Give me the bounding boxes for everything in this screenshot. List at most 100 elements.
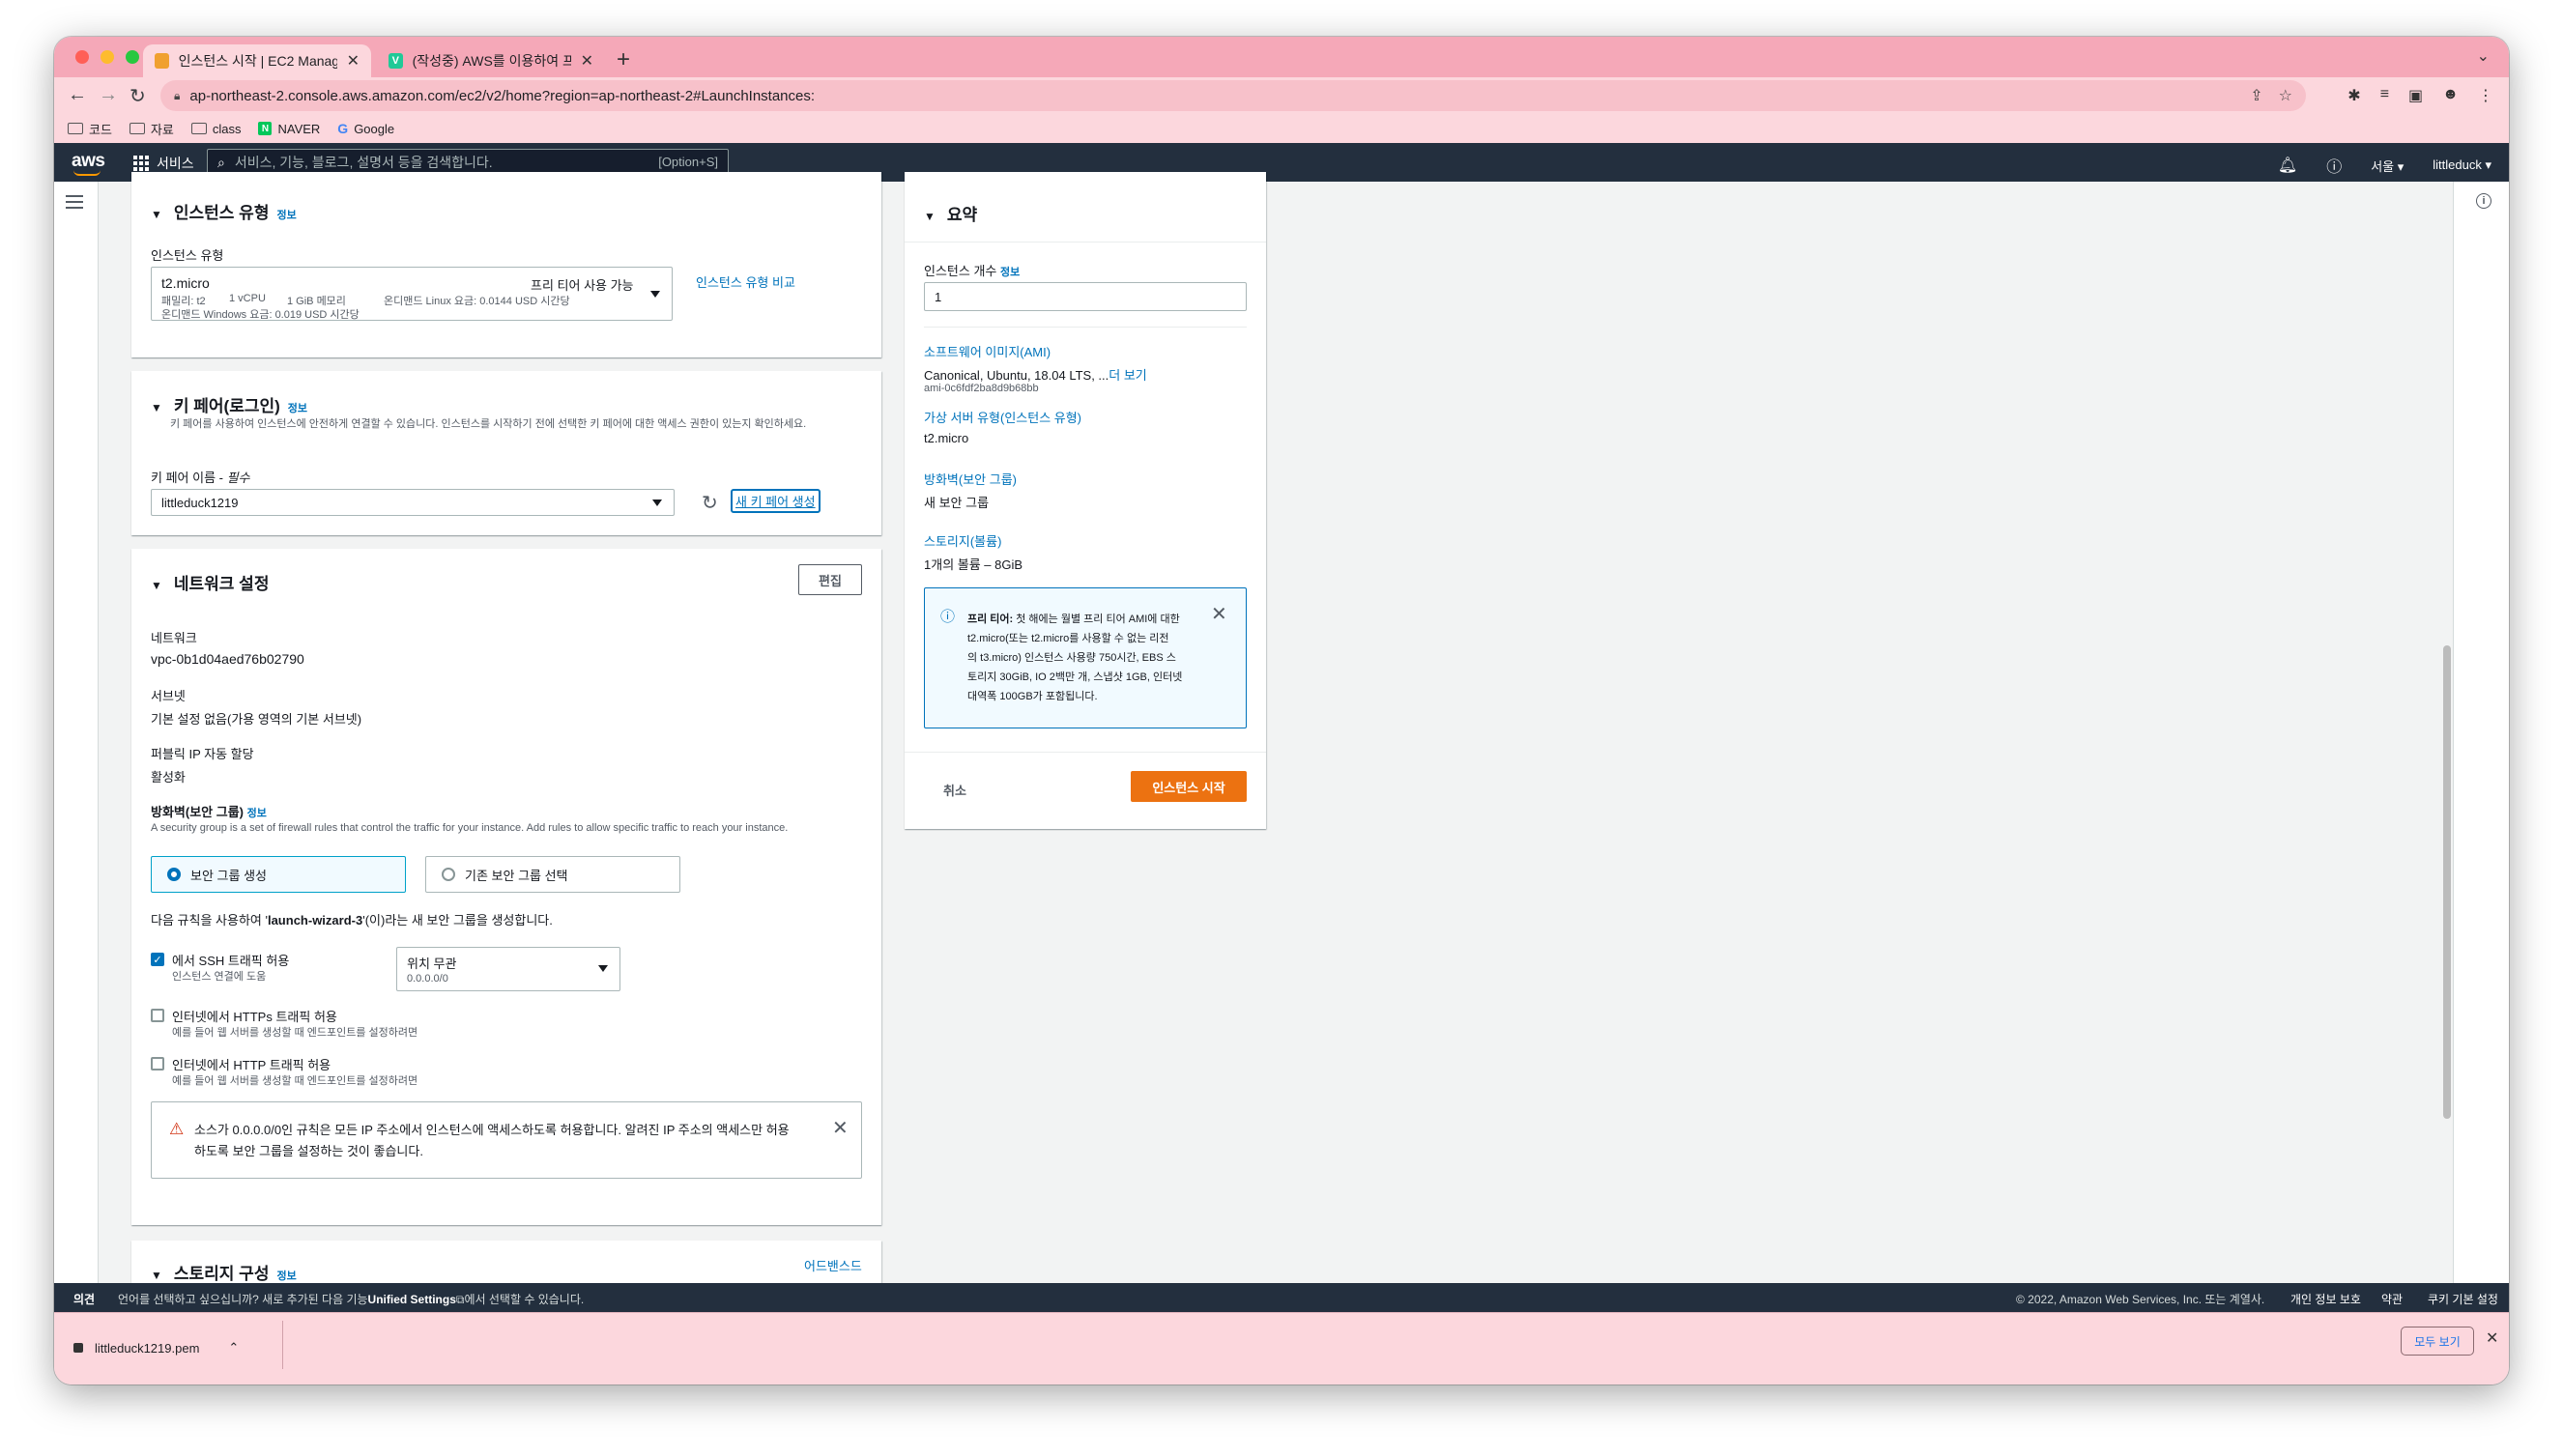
compare-instance-types-link[interactable]: 인스턴스 유형 비교 <box>696 272 795 291</box>
download-item[interactable]: littleduck1219.pem ⌃ <box>73 1328 286 1367</box>
cancel-button[interactable]: 취소 <box>943 781 966 799</box>
info-icon[interactable]: i <box>2476 193 2491 209</box>
refresh-icon[interactable]: ↻ <box>702 491 718 515</box>
network-heading[interactable]: ▼ 네트워크 설정 <box>151 570 269 594</box>
key-pair-select[interactable]: littleduck1219 <box>151 489 675 516</box>
cookie-preferences-link[interactable]: 쿠키 기본 설정 <box>2428 1291 2498 1307</box>
divider <box>282 1321 283 1369</box>
storage-summary: 1개의 볼륨 – 8GiB <box>924 557 1023 572</box>
extensions-icon[interactable]: ✱ <box>2347 86 2360 105</box>
ssh-source-select[interactable]: 위치 무관 0.0.0.0/0 <box>396 947 620 991</box>
feedback-link[interactable]: 의견 <box>73 1291 95 1307</box>
firewall-summary: 새 보안 그룹 <box>924 496 990 510</box>
folder-icon <box>190 123 207 134</box>
help-icon[interactable]: ⓘ <box>2326 154 2342 177</box>
info-link[interactable]: 정보 <box>288 400 307 415</box>
bookmark-naver[interactable]: N NAVER <box>258 122 320 136</box>
firewall-link[interactable]: 방화벽(보안 그룹) <box>924 470 1017 488</box>
scrollbar[interactable] <box>2443 645 2451 1119</box>
info-link[interactable]: 정보 <box>247 808 267 819</box>
close-window-button[interactable] <box>75 50 89 64</box>
https-label: 인터넷에서 HTTPs 트래픽 허용 <box>172 1010 337 1024</box>
existing-security-group-radio[interactable]: 기존 보안 그룹 선택 <box>425 856 680 893</box>
advanced-link[interactable]: 어드밴스드 <box>804 1256 862 1274</box>
lock-icon: 🔒︎ <box>174 88 181 102</box>
ec2-favicon-icon <box>155 53 169 69</box>
edit-button[interactable]: 편집 <box>798 564 862 595</box>
desktop: 인스턴스 시작 | EC2 Managemen ✕ V (작성중) AWS를 이… <box>0 0 2563 1456</box>
tab-velog[interactable]: V (작성중) AWS를 이용하여 프로젝트 ✕ <box>377 44 605 77</box>
minimize-window-button[interactable] <box>101 50 114 64</box>
info-icon: ⓘ <box>940 609 956 625</box>
key-pair-heading[interactable]: ▼ 키 페어(로그인) 정보 <box>151 392 307 416</box>
divider <box>905 752 1266 753</box>
info-link[interactable]: 정보 <box>276 1268 296 1283</box>
aws-footer: 의견 언어를 선택하고 싶으십니까? 새로 추가된 다음 기능Unified S… <box>54 1283 2509 1312</box>
instance-type-select[interactable]: t2.micro 프리 티어 사용 가능 패밀리: t2 1 vCPU 1 Gi… <box>151 267 673 321</box>
profile-icon[interactable]: ☻ <box>2442 86 2459 105</box>
terms-link[interactable]: 약관 <box>2381 1291 2403 1307</box>
https-checkbox[interactable] <box>151 1009 164 1022</box>
bookmark-folder-class[interactable]: class <box>190 122 241 136</box>
http-checkbox[interactable] <box>151 1057 164 1071</box>
forward-arrow-icon[interactable]: → <box>99 84 118 106</box>
account-menu[interactable]: littleduck ▾ <box>2433 157 2491 173</box>
back-arrow-icon[interactable]: ← <box>68 84 87 106</box>
new-tab-button[interactable]: + <box>617 46 630 73</box>
console-content: i ▼ 인스턴스 유형 정보 인스턴스 유형 t2.micro 프리 티어 사용… <box>54 172 2509 1299</box>
address-bar[interactable]: 🔒︎ ap-northeast-2.console.aws.amazon.com… <box>160 80 2306 111</box>
more-menu-icon[interactable]: ⋮ <box>2478 86 2493 105</box>
close-icon[interactable]: ✕ <box>1211 602 1227 626</box>
search-placeholder: 서비스, 기능, 블로그, 설명서 등을 검색합니다. <box>234 155 493 170</box>
privacy-link[interactable]: 개인 정보 보호 <box>2290 1291 2361 1307</box>
close-icon[interactable]: ✕ <box>347 51 360 71</box>
info-link[interactable]: 정보 <box>276 207 296 222</box>
public-ip-value: 활성화 <box>151 770 186 785</box>
instance-type-link[interactable]: 가상 서버 유형(인스턴스 유형) <box>924 408 1081 426</box>
create-key-pair-link[interactable]: 새 키 페어 생성 <box>731 489 821 513</box>
bookmark-folder-code[interactable]: 코드 <box>68 120 112 138</box>
chevron-up-icon[interactable]: ⌃ <box>228 1340 239 1356</box>
zoom-window-button[interactable] <box>126 50 139 64</box>
close-icon[interactable]: ✕ <box>2486 1328 2498 1348</box>
storage-link[interactable]: 스토리지(볼륨) <box>924 531 1001 550</box>
https-sub: 예를 들어 웹 서버를 생성할 때 엔드포인트를 설정하려면 <box>172 1027 418 1039</box>
star-icon[interactable]: ☆ <box>2279 86 2292 105</box>
free-tier-alert: ⓘ 프리 티어: 첫 해에는 월별 프리 티어 AMI에 대한 t2.micro… <box>924 587 1247 728</box>
show-all-button[interactable]: 모두 보기 <box>2401 1327 2474 1356</box>
tab-ec2[interactable]: 인스턴스 시작 | EC2 Managemen ✕ <box>143 44 371 77</box>
launch-instance-button[interactable]: 인스턴스 시작 <box>1131 771 1247 802</box>
close-icon[interactable]: ✕ <box>581 51 593 71</box>
services-menu[interactable]: 서비스 <box>133 154 194 173</box>
instance-count-input[interactable]: 1 <box>924 282 1247 311</box>
tab-title: 인스턴스 시작 | EC2 Managemen <box>178 53 337 69</box>
caret-down-icon: ▼ <box>151 401 162 414</box>
close-icon[interactable]: ✕ <box>832 1116 849 1140</box>
ssh-checkbox[interactable]: ✓ <box>151 953 164 966</box>
bookmark-folder-materials[interactable]: 자료 <box>129 120 174 138</box>
folder-icon <box>129 123 145 134</box>
bell-icon[interactable]: 🔔︎ <box>2278 156 2297 175</box>
side-panel-icon[interactable]: ▣ <box>2408 86 2423 105</box>
menu-icon[interactable] <box>66 195 83 213</box>
ssh-cidr: 0.0.0.0/0 <box>407 973 448 985</box>
rule-description: 다음 규칙을 사용하여 'launch-wizard-3'(이)라는 새 보안 … <box>151 913 553 928</box>
http-sub: 예를 들어 웹 서버를 생성할 때 엔드포인트를 설정하려면 <box>172 1075 418 1087</box>
more-link[interactable]: 더 보기 <box>1109 368 1147 383</box>
bookmark-google[interactable]: G Google <box>337 121 394 136</box>
create-security-group-radio[interactable]: 보안 그룹 생성 <box>151 856 406 893</box>
info-link[interactable]: 정보 <box>1000 267 1020 278</box>
summary-heading[interactable]: ▼ 요약 <box>924 201 977 225</box>
region-selector[interactable]: 서울 ▾ <box>2371 157 2404 175</box>
chevron-down-icon[interactable]: ⌄ <box>2477 46 2490 66</box>
aws-logo[interactable]: aws <box>72 151 105 176</box>
tab-bar: 인스턴스 시작 | EC2 Managemen ✕ V (작성중) AWS를 이… <box>54 37 2509 77</box>
windows-price: 온디맨드 Windows 요금: 0.019 USD 시간당 <box>161 309 360 321</box>
ami-link[interactable]: 소프트웨어 이미지(AMI) <box>924 342 1051 360</box>
reading-list-icon[interactable]: ≡ <box>2380 86 2389 105</box>
unified-settings-link[interactable]: Unified Settings <box>368 1293 456 1306</box>
storage-heading[interactable]: ▼ 스토리지 구성 정보 <box>151 1260 297 1284</box>
instance-type-heading[interactable]: ▼ 인스턴스 유형 정보 <box>151 199 297 223</box>
share-icon[interactable]: ⇪ <box>2250 86 2262 105</box>
reload-icon[interactable]: ↻ <box>130 84 146 108</box>
